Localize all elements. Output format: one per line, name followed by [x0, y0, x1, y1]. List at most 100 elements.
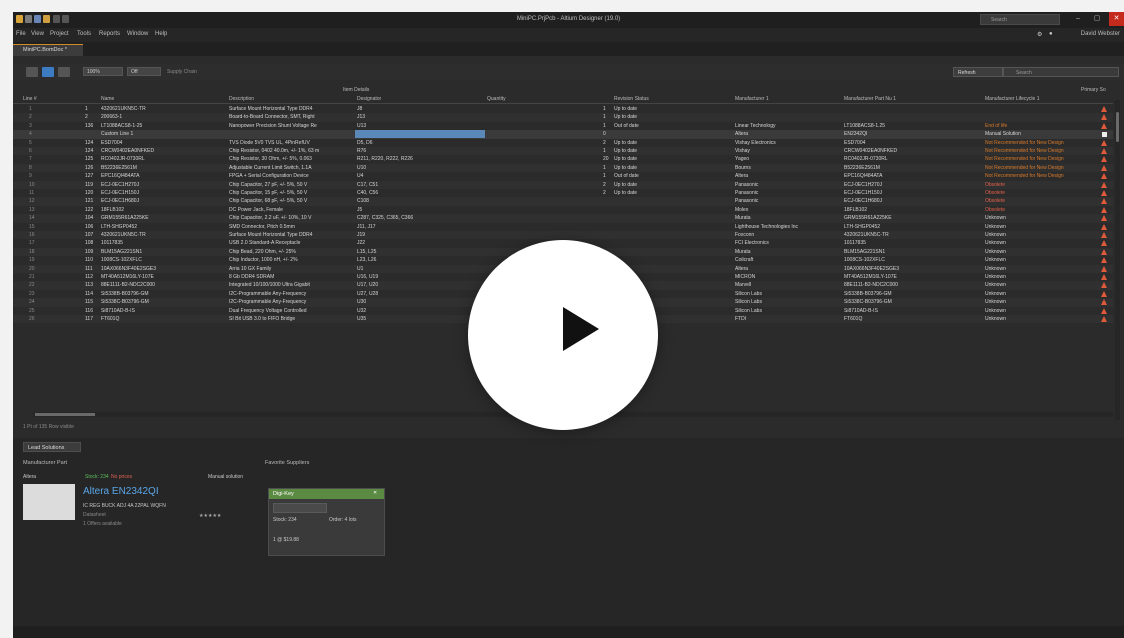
- table-row[interactable]: 9 127 EPC16QI484ATA FPGA + Serial Configura…: [13, 172, 1113, 180]
- table-cell: Unknown: [985, 223, 1006, 230]
- flat-view-icon[interactable]: [58, 67, 70, 77]
- table-cell: 10117835: [844, 240, 866, 247]
- table-cell: FT601Q: [101, 316, 120, 322]
- row-index: 18: [29, 248, 35, 255]
- table-cell: SI Bit USB 3.0 to FIFO Bridge: [229, 316, 296, 322]
- grid-search-input[interactable]: Search: [1003, 67, 1119, 77]
- supply-chain-label[interactable]: Supply Chain: [163, 67, 233, 76]
- table-cell: I2C-Programmable Any-Frequency: [229, 299, 307, 306]
- table-cell: 10AX066N3F40E2SGE3: [844, 265, 900, 272]
- play-icon[interactable]: [563, 307, 599, 351]
- warning-icon: [1101, 248, 1107, 255]
- part-image: [23, 484, 75, 520]
- tab-lead-solutions[interactable]: Lead Solutions: [23, 442, 81, 452]
- column-header[interactable]: Designator: [357, 96, 381, 102]
- table-cell: ECJ-0EC1H150J: [844, 190, 883, 196]
- supplier-close-icon[interactable]: ✕: [373, 490, 377, 496]
- column-header[interactable]: Manufacturer 1: [735, 96, 769, 102]
- column-header[interactable]: Line #: [23, 96, 37, 102]
- menu-tools[interactable]: Tools: [77, 31, 91, 37]
- row-index: 1: [29, 106, 32, 112]
- menu-window[interactable]: Window: [127, 31, 148, 37]
- table-row[interactable]: 10 119 ECJ-0EC1H270J Chip Capacitor, 27 pF,…: [13, 180, 1113, 189]
- settings-gear-icon[interactable]: ⚙: [1037, 31, 1042, 38]
- vertical-scroll-thumb[interactable]: [1116, 112, 1119, 142]
- warning-icon: [1101, 265, 1107, 272]
- table-cell: SMD Connector, Pitch 0.5mm: [229, 223, 295, 230]
- table-cell: Unknown: [985, 248, 1006, 255]
- datasheet-link[interactable]: Datasheet: [83, 512, 106, 518]
- table-cell: Yageo: [735, 156, 750, 163]
- table-row[interactable]: 2 2 200663-1 Board-to-Board Connector, SMT,…: [13, 113, 1113, 122]
- table-row[interactable]: 13 122 18FLB102 DC Power Jack, Female J5 Mole…: [13, 206, 1113, 214]
- offers-link[interactable]: 1 Offers available: [83, 521, 122, 527]
- table-cell: Altera: [735, 131, 749, 138]
- table-cell: FPGA + Serial Configuration Device: [229, 173, 309, 180]
- horizontal-scroll-thumb[interactable]: [35, 413, 95, 416]
- table-row[interactable]: 1 1 4320621UKN5C-TR Surface Mount Horizonta…: [13, 105, 1113, 113]
- selected-cell[interactable]: [355, 130, 485, 139]
- table-row[interactable]: 7 125 RC0402JR-0730RL Chip Resistor, 30 Ohm…: [13, 155, 1113, 163]
- menu-project[interactable]: Project: [50, 31, 69, 37]
- table-cell: LTH-SHGP0452: [844, 223, 881, 230]
- refresh-button[interactable]: Refresh: [953, 67, 1003, 77]
- table-cell: 1008CS-102XFLC: [844, 257, 885, 264]
- column-header[interactable]: Revision Status: [614, 96, 649, 102]
- primary-checkbox[interactable]: [1102, 131, 1107, 137]
- row-index: 19: [29, 257, 35, 264]
- user-name[interactable]: David Webster: [1081, 31, 1120, 37]
- grid-vertical-scrollbar[interactable]: [1115, 100, 1120, 420]
- table-cell: Chip Resistor, 0402 40.0m, +/- 1%, 63 m: [229, 148, 320, 154]
- column-header[interactable]: Manufacturer Lifecycle 1: [985, 96, 1039, 102]
- maximize-icon[interactable]: ▢: [1090, 12, 1104, 26]
- table-cell: 10AX066N3F40E2SGE3: [101, 265, 157, 272]
- column-header[interactable]: Manufacturer Part Nu 1: [844, 96, 896, 102]
- table-row[interactable]: 14 104 GRM155R61A225KE Chip Capacitor, 2.2 …: [13, 214, 1113, 223]
- table-cell: CRCW0402EA0NFKED: [101, 148, 155, 154]
- column-header[interactable]: Quantity: [487, 96, 506, 102]
- table-cell: Not Recommended for New Design: [985, 164, 1064, 171]
- tab-bomdoc[interactable]: MiniPC.BomDoc *: [13, 44, 83, 56]
- table-cell: U32: [357, 307, 367, 314]
- table-row[interactable]: 12 121 ECJ-0EC1H680J Chip Capacitor, 68 pF,…: [13, 197, 1113, 206]
- table-cell: TVS Diode 5V0 TVS UL, 4PinRefUV: [229, 139, 310, 146]
- table-row[interactable]: 3 136 LT1088ACS8-1-25 Nanopower Precision S…: [13, 122, 1113, 130]
- column-header[interactable]: Description: [229, 96, 254, 102]
- column-header[interactable]: Name: [101, 96, 114, 102]
- table-cell: 1008CS-102XFLC: [101, 257, 142, 264]
- quantity-field[interactable]: [273, 503, 327, 513]
- grid-view-icon[interactable]: [26, 67, 38, 77]
- notifications-icon[interactable]: ●: [1049, 31, 1053, 37]
- table-row[interactable]: 5 124 ESD7004 TVS Diode 5V0 TVS UL, 4PinRef…: [13, 139, 1113, 147]
- supplier-card[interactable]: Digi-Key ✕ Stock: 234 Order: 4 lots 1 @ …: [268, 488, 385, 556]
- rating-stars[interactable]: ★★★★★: [199, 513, 221, 519]
- table-cell: Lighthouse Technologies Inc: [735, 223, 799, 230]
- table-row[interactable]: 8 126 B52236E2561M Adjustable Current Limit…: [13, 163, 1113, 173]
- table-row[interactable]: 6 124 CRCW0402EA0NFKED Chip Resistor, 0402 …: [13, 147, 1113, 156]
- menu-file[interactable]: File: [16, 31, 26, 37]
- global-search-input[interactable]: Search: [980, 14, 1060, 25]
- zoom-select[interactable]: 100%: [83, 67, 123, 76]
- table-row[interactable]: 11 120 ECJ-0EC1H150J Chip Capacitor, 15 pF,…: [13, 189, 1113, 197]
- table-cell: FTDI: [735, 316, 747, 322]
- table-cell: RC0402JR-0730RL: [844, 156, 888, 163]
- table-cell: Up to date: [614, 181, 638, 188]
- table-row[interactable]: 4 Custom Line 1 0 Altera EN2342QI Manual Solu…: [13, 130, 1113, 139]
- base-view-icon[interactable]: [42, 67, 54, 77]
- close-icon[interactable]: ✕: [1109, 12, 1124, 26]
- table-cell: J22: [357, 240, 366, 247]
- menu-view[interactable]: View: [31, 31, 44, 37]
- filter-select[interactable]: Off: [127, 67, 161, 76]
- table-cell: Si8710AD-B-IS: [101, 307, 135, 314]
- row-index: 6: [29, 148, 32, 154]
- table-row[interactable]: 15 106 LTH-SHGP0452 SMD Connector, Pitch 0.…: [13, 223, 1113, 231]
- row-index: 16: [29, 232, 35, 238]
- menu-reports[interactable]: Reports: [99, 31, 120, 37]
- row-index: 25: [29, 307, 35, 314]
- part-name[interactable]: Altera EN2342QI: [83, 486, 159, 497]
- minimize-icon[interactable]: –: [1071, 12, 1085, 26]
- table-cell: Silicon Labs: [735, 307, 762, 314]
- warning-icon: [1101, 232, 1107, 238]
- menu-help[interactable]: Help: [155, 31, 167, 37]
- table-row[interactable]: 16 107 4320621UKN5C-TR Surface Mount Horizo…: [13, 231, 1113, 240]
